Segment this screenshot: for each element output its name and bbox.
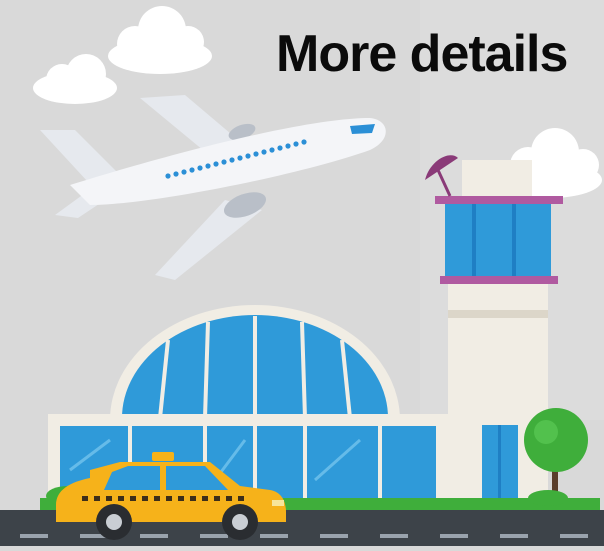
bush-right-icon	[528, 490, 568, 506]
headline: More details	[276, 25, 568, 83]
airport-illustration: More details	[0, 0, 604, 546]
